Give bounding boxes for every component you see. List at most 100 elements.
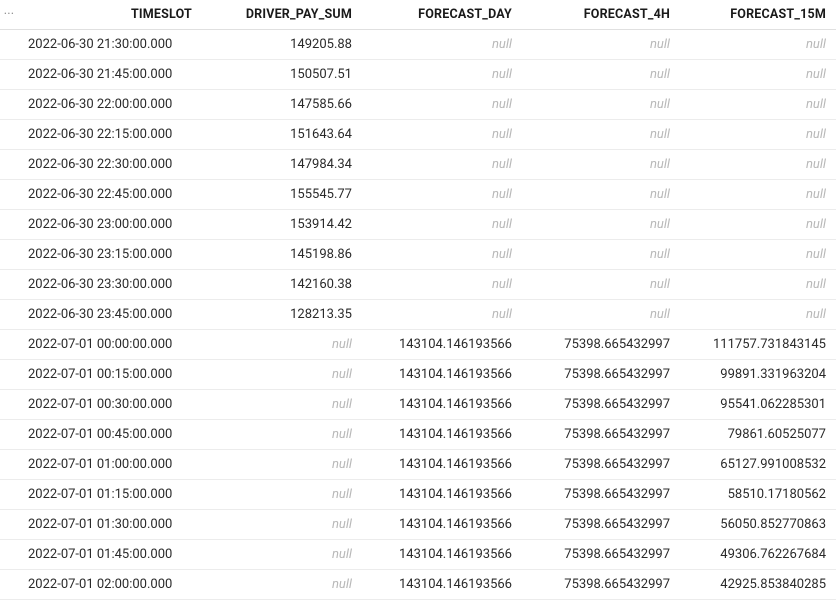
- column-header-timeslot[interactable]: TIMESLOT: [18, 0, 202, 30]
- cell-forecast-15m: null: [680, 240, 836, 270]
- table-row[interactable]: 2022-07-01 01:45:00.000null143104.146193…: [0, 540, 836, 570]
- cell-forecast-15m: 99891.331963204: [680, 360, 836, 390]
- cell-timeslot: 2022-06-30 22:45:00.000: [18, 180, 202, 210]
- cell-driver-pay-sum: 142160.38: [202, 270, 362, 300]
- table-row[interactable]: 2022-06-30 23:30:00.000142160.38nullnull…: [0, 270, 836, 300]
- column-header-forecast-15m[interactable]: FORECAST_15M: [680, 0, 836, 30]
- cell-timeslot: 2022-07-01 01:00:00.000: [18, 450, 202, 480]
- cell-driver-pay-sum: null: [202, 480, 362, 510]
- cell-driver-pay-sum: null: [202, 570, 362, 600]
- cell-forecast-15m: 95541.062285301: [680, 390, 836, 420]
- cell-timeslot: 2022-07-01 01:30:00.000: [18, 510, 202, 540]
- cell-forecast-15m: null: [680, 90, 836, 120]
- table-row[interactable]: 2022-06-30 22:15:00.000151643.64nullnull…: [0, 120, 836, 150]
- cell-timeslot: 2022-06-30 22:00:00.000: [18, 90, 202, 120]
- column-header-forecast-4h[interactable]: FORECAST_4H: [522, 0, 680, 30]
- table-row[interactable]: 2022-07-01 02:00:00.000null143104.146193…: [0, 570, 836, 600]
- table-row[interactable]: 2022-07-01 01:00:00.000null143104.146193…: [0, 450, 836, 480]
- cell-timeslot: 2022-06-30 23:45:00.000: [18, 300, 202, 330]
- header-row: ··· TIMESLOT DRIVER_PAY_SUM FORECAST_DAY…: [0, 0, 836, 30]
- cell-forecast-15m: null: [680, 270, 836, 300]
- column-header-forecast-day[interactable]: FORECAST_DAY: [362, 0, 522, 30]
- row-gutter-cell: [0, 300, 18, 330]
- cell-forecast-4h: 75398.665432997: [522, 450, 680, 480]
- cell-forecast-day: 143104.146193566: [362, 450, 522, 480]
- cell-forecast-15m: 111757.731843145: [680, 330, 836, 360]
- cell-forecast-15m: 65127.991008532: [680, 450, 836, 480]
- cell-forecast-day: 143104.146193566: [362, 570, 522, 600]
- table-row[interactable]: 2022-06-30 21:45:00.000150507.51nullnull…: [0, 60, 836, 90]
- cell-forecast-4h: null: [522, 120, 680, 150]
- cell-forecast-15m: 58510.17180562: [680, 480, 836, 510]
- cell-forecast-4h: 75398.665432997: [522, 330, 680, 360]
- cell-forecast-4h: 75398.665432997: [522, 570, 680, 600]
- table-row[interactable]: 2022-06-30 23:00:00.000153914.42nullnull…: [0, 210, 836, 240]
- table-row[interactable]: 2022-07-01 00:45:00.000null143104.146193…: [0, 420, 836, 450]
- cell-driver-pay-sum: null: [202, 510, 362, 540]
- row-gutter-cell: [0, 210, 18, 240]
- row-menu-header[interactable]: ···: [0, 0, 18, 30]
- table-row[interactable]: 2022-07-01 01:30:00.000null143104.146193…: [0, 510, 836, 540]
- cell-timeslot: 2022-07-01 02:00:00.000: [18, 570, 202, 600]
- cell-forecast-4h: null: [522, 150, 680, 180]
- cell-timeslot: 2022-07-01 01:45:00.000: [18, 540, 202, 570]
- cell-timeslot: 2022-06-30 22:30:00.000: [18, 150, 202, 180]
- row-gutter-cell: [0, 60, 18, 90]
- cell-driver-pay-sum: 151643.64: [202, 120, 362, 150]
- table-row[interactable]: 2022-06-30 22:45:00.000155545.77nullnull…: [0, 180, 836, 210]
- cell-driver-pay-sum: null: [202, 450, 362, 480]
- cell-driver-pay-sum: 149205.88: [202, 30, 362, 60]
- row-gutter-cell: [0, 420, 18, 450]
- cell-forecast-day: 143104.146193566: [362, 360, 522, 390]
- row-gutter-cell: [0, 510, 18, 540]
- cell-timeslot: 2022-06-30 21:30:00.000: [18, 30, 202, 60]
- cell-forecast-day: 143104.146193566: [362, 480, 522, 510]
- row-gutter-cell: [0, 120, 18, 150]
- row-gutter-cell: [0, 180, 18, 210]
- table-row[interactable]: 2022-07-01 00:30:00.000null143104.146193…: [0, 390, 836, 420]
- column-header-driver-pay-sum[interactable]: DRIVER_PAY_SUM: [202, 0, 362, 30]
- table-row[interactable]: 2022-07-01 00:15:00.000null143104.146193…: [0, 360, 836, 390]
- cell-forecast-day: null: [362, 30, 522, 60]
- row-gutter-cell: [0, 150, 18, 180]
- table-row[interactable]: 2022-06-30 21:30:00.000149205.88nullnull…: [0, 30, 836, 60]
- cell-forecast-15m: null: [680, 210, 836, 240]
- cell-forecast-15m: 56050.852770863: [680, 510, 836, 540]
- cell-timeslot: 2022-06-30 23:15:00.000: [18, 240, 202, 270]
- table-row[interactable]: 2022-07-01 01:15:00.000null143104.146193…: [0, 480, 836, 510]
- cell-forecast-15m: 79861.60525077: [680, 420, 836, 450]
- row-gutter-cell: [0, 480, 18, 510]
- table-row[interactable]: 2022-06-30 22:30:00.000147984.34nullnull…: [0, 150, 836, 180]
- cell-driver-pay-sum: 155545.77: [202, 180, 362, 210]
- cell-forecast-day: 143104.146193566: [362, 420, 522, 450]
- row-gutter-cell: [0, 330, 18, 360]
- data-table: ··· TIMESLOT DRIVER_PAY_SUM FORECAST_DAY…: [0, 0, 836, 600]
- cell-forecast-4h: 75398.665432997: [522, 510, 680, 540]
- table-row[interactable]: 2022-06-30 23:15:00.000145198.86nullnull…: [0, 240, 836, 270]
- table-row[interactable]: 2022-06-30 23:45:00.000128213.35nullnull…: [0, 300, 836, 330]
- cell-forecast-15m: 49306.762267684: [680, 540, 836, 570]
- cell-forecast-15m: null: [680, 60, 836, 90]
- cell-forecast-4h: 75398.665432997: [522, 390, 680, 420]
- cell-driver-pay-sum: 147984.34: [202, 150, 362, 180]
- cell-timeslot: 2022-07-01 00:30:00.000: [18, 390, 202, 420]
- table-row[interactable]: 2022-06-30 22:00:00.000147585.66nullnull…: [0, 90, 836, 120]
- cell-driver-pay-sum: 145198.86: [202, 240, 362, 270]
- row-gutter-cell: [0, 570, 18, 600]
- table-row[interactable]: 2022-07-01 00:00:00.000null143104.146193…: [0, 330, 836, 360]
- cell-driver-pay-sum: 153914.42: [202, 210, 362, 240]
- cell-driver-pay-sum: null: [202, 540, 362, 570]
- cell-forecast-4h: 75398.665432997: [522, 540, 680, 570]
- cell-driver-pay-sum: 147585.66: [202, 90, 362, 120]
- cell-forecast-15m: null: [680, 120, 836, 150]
- cell-forecast-15m: 42925.853840285: [680, 570, 836, 600]
- row-gutter-cell: [0, 360, 18, 390]
- cell-timeslot: 2022-07-01 00:45:00.000: [18, 420, 202, 450]
- cell-forecast-day: null: [362, 90, 522, 120]
- cell-forecast-4h: null: [522, 90, 680, 120]
- cell-timeslot: 2022-06-30 21:45:00.000: [18, 60, 202, 90]
- cell-timeslot: 2022-07-01 00:00:00.000: [18, 330, 202, 360]
- cell-timeslot: 2022-06-30 23:30:00.000: [18, 270, 202, 300]
- row-gutter-cell: [0, 450, 18, 480]
- cell-timeslot: 2022-06-30 23:00:00.000: [18, 210, 202, 240]
